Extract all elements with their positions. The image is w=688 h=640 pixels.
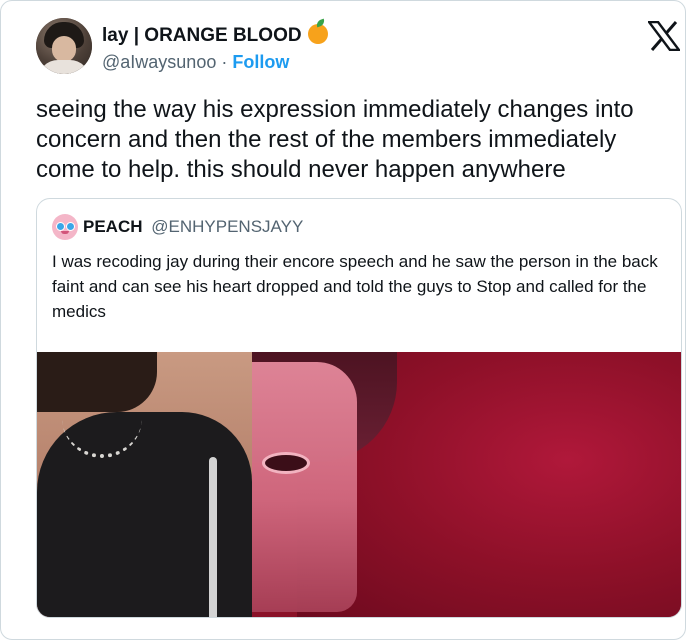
author-name[interactable]: lay | ORANGE BLOOD	[102, 25, 302, 46]
orange-emoji-icon	[307, 24, 328, 44]
quoted-tweet[interactable]: PEACH @ENHYPENSJAYY I was recoding jay d…	[36, 198, 682, 618]
media-strap	[209, 457, 217, 617]
quoted-media-image[interactable]	[37, 352, 681, 617]
quoted-author-handle[interactable]: @ENHYPENSJAYY	[151, 217, 303, 236]
avatar-eye-left	[56, 222, 65, 231]
media-eye	[262, 452, 310, 474]
avatar-eye-right	[66, 222, 75, 231]
quoted-author-avatar[interactable]	[52, 214, 78, 240]
author-name-row[interactable]: lay | ORANGE BLOOD	[102, 24, 328, 47]
media-person-shirt	[37, 412, 252, 617]
tweet-card: lay | ORANGE BLOOD @aIwaysunoo · Follow …	[0, 0, 686, 640]
media-person-hair	[37, 352, 157, 412]
author-handle[interactable]: @aIwaysunoo	[102, 52, 216, 72]
author-avatar[interactable]	[36, 18, 92, 74]
follow-button[interactable]: Follow	[232, 52, 289, 72]
handle-separator: ·	[221, 52, 228, 72]
avatar-face	[52, 36, 76, 62]
media-foreground-person	[37, 352, 252, 617]
quoted-author-row: PEACH @ENHYPENSJAYY	[83, 217, 303, 237]
x-logo-icon[interactable]	[648, 21, 680, 51]
quoted-tweet-text: I was recoding jay during their encore s…	[52, 252, 658, 321]
quoted-author-name[interactable]: PEACH	[83, 217, 143, 236]
avatar-mouth	[61, 231, 69, 234]
author-handle-row: @aIwaysunoo · Follow	[102, 52, 289, 73]
tweet-text: seeing the way his expression immediatel…	[36, 96, 634, 183]
